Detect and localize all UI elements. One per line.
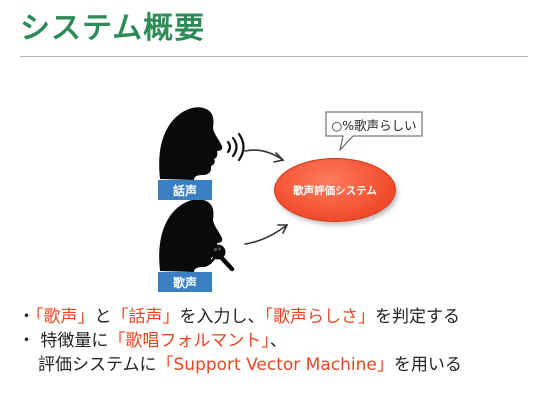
bullet-text: を判定する (375, 307, 460, 327)
bullet-line: ・「歌声」と「話声」を入力し、「歌声らしさ」を判定する (18, 305, 533, 329)
highlighted-term: 「話声」 (111, 307, 180, 327)
bullet-text: と (94, 307, 112, 327)
speech-label: 話声 (172, 183, 197, 198)
highlighted-term: 「歌声」 (35, 307, 95, 327)
bullet-text: 評価システムに (38, 355, 157, 375)
arrow-singing-to-system (244, 224, 289, 245)
speaking-head-icon (159, 107, 223, 180)
bullet-list: ・「歌声」と「話声」を入力し、「歌声らしさ」を判定する・ 特徴量に「歌唱フォルマ… (18, 305, 533, 377)
highlighted-term: 「歌声らしさ」 (264, 307, 376, 327)
system-label: 歌声評価システム (293, 184, 377, 197)
microphone-icon (208, 244, 235, 272)
evaluation-system-oval: 歌声評価システム (274, 158, 396, 222)
bullet-line: 評価システムに「Support Vector Machine」を用いる (18, 353, 533, 377)
bullet-text: ・ 特徴量に (18, 331, 109, 351)
bullet-text: ・ (18, 307, 35, 327)
speech-label-box: 話声 (158, 180, 212, 200)
bullet-text: を用いる (393, 355, 462, 375)
arrow-speech-to-system (244, 149, 285, 163)
highlighted-term: 「Support Vector Machine」 (156, 355, 394, 375)
bullet-line: ・ 特徴量に「歌唱フォルマント」、 (18, 329, 533, 353)
sound-waves-icon (226, 132, 245, 162)
slide: システム概要 話声 歌声 歌声評価システム ○%歌声らしい ・「歌声」と「話声」… (0, 0, 539, 404)
bullet-text: を入力し、 (179, 307, 265, 327)
singing-label-box: 歌声 (158, 272, 212, 292)
callout-text: ○%歌声らしい (331, 117, 417, 133)
bullet-text: 、 (269, 331, 287, 351)
singing-label: 歌声 (172, 275, 197, 290)
highlighted-term: 「歌唱フォルマント」 (108, 331, 270, 351)
